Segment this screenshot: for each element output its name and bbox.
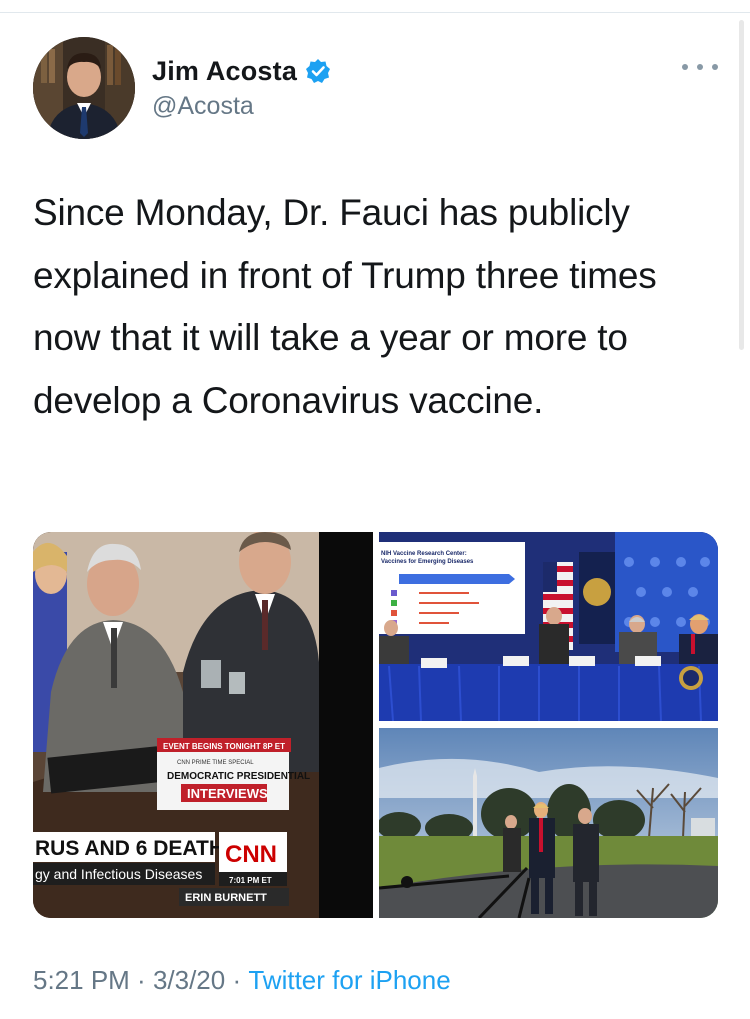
scrollbar[interactable] — [739, 20, 744, 350]
time-text: 7:01 PM ET — [229, 876, 272, 885]
tweet-date[interactable]: 3/3/20 — [153, 965, 225, 996]
banner-small-text: CNN PRIME TIME SPECIAL — [177, 760, 254, 766]
ticker-text: gy and Infectious Diseases — [35, 866, 202, 882]
user-handle[interactable]: @Acosta — [152, 92, 254, 121]
top-divider — [0, 0, 750, 13]
screen-subtitle: Vaccines for Emerging Diseases — [381, 559, 474, 565]
screen-title: NIH Vaccine Research Center: — [381, 551, 467, 557]
cnn-logo: CNN — [225, 841, 277, 868]
banner-title-text: DEMOCRATIC PRESIDENTIAL — [167, 771, 310, 782]
tweet-meta: 5:21 PM · 3/3/20 · Twitter for iPhone — [33, 965, 451, 996]
avatar[interactable] — [33, 37, 135, 139]
media-grid: EVENT BEGINS TONIGHT 8P ET CNN PRIME TIM… — [33, 532, 718, 918]
media-image-cnn-broadcast[interactable]: EVENT BEGINS TONIGHT 8P ET CNN PRIME TIM… — [33, 532, 373, 918]
display-name[interactable]: Jim Acosta — [152, 56, 297, 87]
tweet-source-link[interactable]: Twitter for iPhone — [248, 965, 450, 996]
banner-sub-text: INTERVIEWS — [187, 786, 268, 801]
meta-separator-2: · — [225, 965, 249, 995]
more-horizontal-icon[interactable] — [682, 55, 718, 79]
verified-badge-icon — [305, 58, 331, 84]
banner-top-text: EVENT BEGINS TONIGHT 8P ET — [163, 742, 285, 751]
tweet-time[interactable]: 5:21 PM — [33, 965, 130, 996]
media-image-briefing-room[interactable]: NIH Vaccine Research Center: Vaccines fo… — [379, 532, 718, 721]
media-image-white-house-lawn[interactable] — [379, 728, 718, 918]
meta-separator: · — [129, 965, 153, 995]
lower-third-text: RUS AND 6 DEATHS — [35, 837, 238, 860]
tweet-text: Since Monday, Dr. Fauci has publicly exp… — [33, 192, 657, 421]
show-text: ERIN BURNETT — [185, 892, 267, 904]
